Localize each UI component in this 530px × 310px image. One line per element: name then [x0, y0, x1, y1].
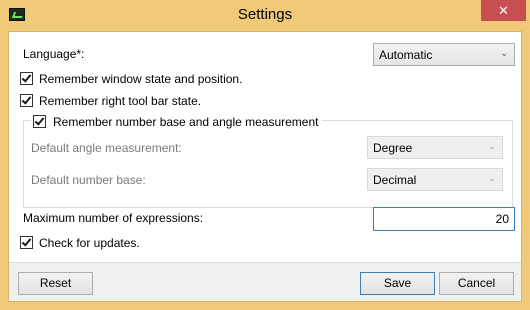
- language-dropdown[interactable]: Automatic ⌄: [373, 43, 515, 66]
- check-updates-label: Check for updates.: [39, 236, 140, 250]
- max-expressions-label: Maximum number of expressions:: [23, 211, 204, 225]
- checkmark-icon: [21, 94, 32, 105]
- button-bar: Reset Save Cancel: [9, 262, 521, 301]
- max-expressions-value: 20: [495, 212, 509, 226]
- language-selected-value: Automatic: [379, 48, 433, 62]
- chevron-down-icon: ⌄: [488, 141, 496, 151]
- chevron-down-icon: ⌄: [500, 48, 508, 58]
- angle-measurement-label: Default angle measurement:: [31, 141, 182, 155]
- max-expressions-input[interactable]: 20: [373, 207, 515, 231]
- remember-window-label: Remember window state and position.: [39, 72, 243, 86]
- remember-number-base-checkbox[interactable]: [33, 115, 46, 128]
- remember-window-checkbox[interactable]: [20, 72, 33, 85]
- remember-number-base-label: Remember number base and angle measureme…: [53, 115, 319, 129]
- number-base-value: Decimal: [373, 173, 417, 187]
- checkmark-icon: [21, 236, 32, 247]
- cancel-button[interactable]: Cancel: [439, 272, 514, 295]
- angle-measurement-dropdown[interactable]: Degree ⌄: [367, 136, 503, 159]
- close-icon[interactable]: ✕: [481, 0, 526, 21]
- number-base-groupbox: [23, 120, 513, 208]
- number-base-dropdown[interactable]: Decimal ⌄: [367, 168, 503, 191]
- settings-window: Settings ✕ Language*: Automatic ⌄ Rememb…: [0, 0, 530, 310]
- checkmark-icon: [21, 72, 32, 83]
- title-bar[interactable]: Settings ✕: [0, 0, 530, 32]
- checkmark-icon: [34, 115, 45, 126]
- angle-measurement-value: Degree: [373, 141, 413, 155]
- save-button[interactable]: Save: [360, 272, 435, 295]
- window-title: Settings: [237, 6, 293, 23]
- check-updates-checkbox[interactable]: [20, 236, 33, 249]
- chevron-down-icon: ⌄: [488, 173, 496, 183]
- number-base-group-header: Remember number base and angle measureme…: [31, 114, 323, 130]
- language-label: Language*:: [23, 47, 85, 61]
- number-base-label: Default number base:: [31, 173, 146, 187]
- settings-panel: Language*: Automatic ⌄ Remember window s…: [8, 31, 522, 302]
- remember-toolbar-label: Remember right tool bar state.: [39, 94, 202, 108]
- reset-button[interactable]: Reset: [18, 272, 93, 295]
- remember-toolbar-checkbox[interactable]: [20, 94, 33, 107]
